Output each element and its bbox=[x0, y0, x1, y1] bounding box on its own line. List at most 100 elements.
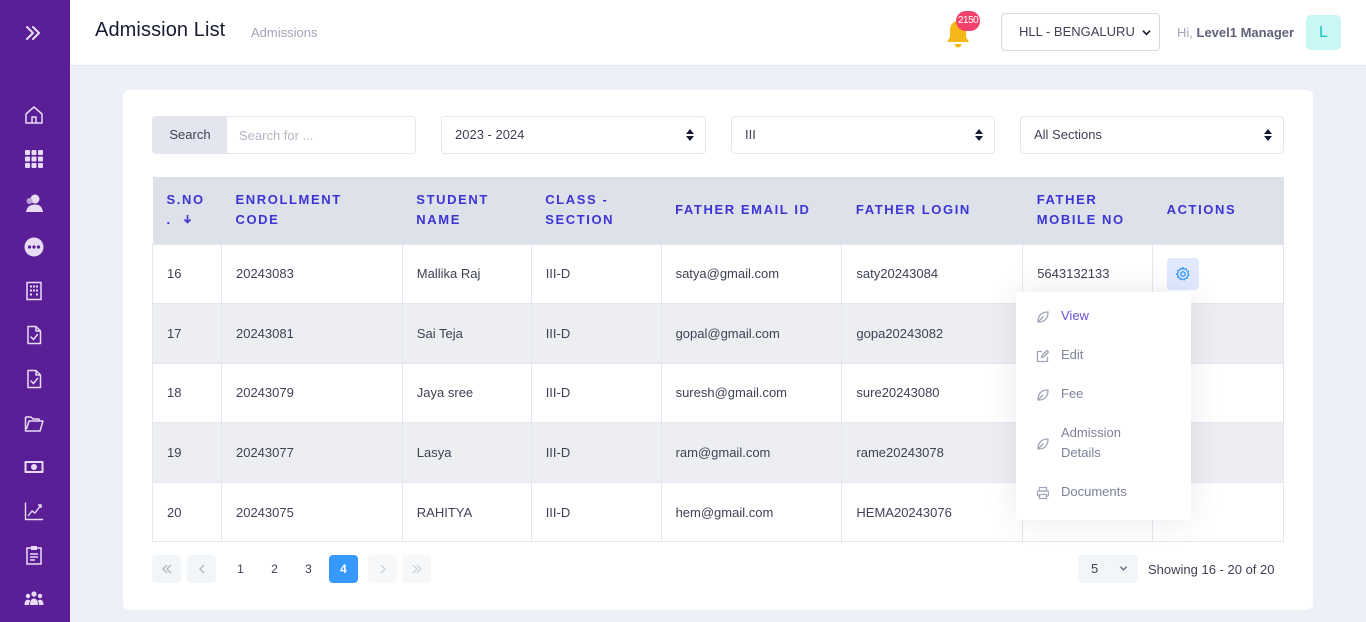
cell-sno: 19 bbox=[152, 422, 222, 483]
academic-year-select[interactable]: 2023 - 2024 bbox=[441, 116, 706, 154]
chevron-left-icon bbox=[198, 564, 204, 574]
prev-page-button[interactable] bbox=[187, 555, 216, 583]
branch-select-value: HLL - BENGALURU bbox=[1019, 24, 1135, 39]
first-page-button[interactable] bbox=[152, 555, 181, 583]
table-header-row: S.NO . ENROLLMENT CODE STUDENT NAME CLAS… bbox=[152, 177, 1284, 244]
cell-father-email: gopal@gmail.com bbox=[660, 303, 843, 364]
document-check-icon[interactable] bbox=[23, 324, 45, 346]
column-header-father-email[interactable]: FATHER EMAIL ID bbox=[661, 177, 842, 244]
cell-father-login: sure20243080 bbox=[841, 362, 1024, 424]
column-header-sno[interactable]: S.NO . bbox=[152, 177, 222, 244]
column-header-father-mobile[interactable]: FATHER MOBILE NO bbox=[1022, 177, 1153, 244]
document-check-icon[interactable] bbox=[23, 368, 45, 390]
cell-father-email: ram@gmail.com bbox=[660, 422, 843, 483]
menu-item-label: Details bbox=[1061, 445, 1101, 460]
cell-father-email: hem@gmail.com bbox=[660, 481, 843, 543]
cell-enrollment-code: 20243083 bbox=[220, 243, 403, 305]
user-greeting: Hi, Level1 Manager bbox=[1177, 25, 1294, 40]
cell-sno: 16 bbox=[152, 243, 222, 305]
menu-item-label: Documents bbox=[1061, 484, 1127, 499]
cell-father-email: satya@gmail.com bbox=[660, 243, 843, 305]
arrow-down-icon bbox=[183, 215, 192, 224]
cell-class-section: III-D bbox=[530, 303, 662, 364]
class-select[interactable]: III bbox=[731, 116, 995, 154]
notification-count-badge: 2150 bbox=[956, 11, 981, 31]
search-group: Search bbox=[152, 116, 416, 154]
cell-father-login: rame20243078 bbox=[841, 422, 1024, 483]
column-header-actions: ACTIONS bbox=[1152, 177, 1284, 244]
column-header-student-name[interactable]: STUDENT NAME bbox=[402, 177, 532, 244]
cell-student-name: RAHITYA bbox=[401, 481, 532, 543]
menu-item-label: View bbox=[1061, 308, 1089, 323]
chevron-right-icon bbox=[380, 564, 386, 574]
section-value: All Sections bbox=[1034, 127, 1102, 142]
cell-sno: 17 bbox=[152, 303, 222, 364]
double-chevron-right-icon bbox=[412, 564, 422, 574]
greeting-prefix: Hi, bbox=[1177, 25, 1193, 40]
folder-icon[interactable] bbox=[23, 412, 45, 434]
cell-father-login: HEMA20243076 bbox=[841, 481, 1024, 543]
admission-list-card: Search 2023 - 2024 III All Sections S.NO… bbox=[123, 90, 1313, 610]
menu-item-admission-details[interactable]: Admission Details bbox=[1016, 421, 1191, 480]
cell-father-login: gopa20243082 bbox=[841, 303, 1024, 364]
menu-item-label: Edit bbox=[1061, 347, 1084, 362]
page-button-3[interactable]: 3 bbox=[294, 555, 323, 583]
clipboard-icon[interactable] bbox=[23, 544, 45, 566]
page-button-2[interactable]: 2 bbox=[260, 555, 289, 583]
cell-enrollment-code: 20243075 bbox=[220, 481, 403, 543]
cell-sno: 20 bbox=[152, 481, 222, 543]
page-size-select[interactable]: 5 bbox=[1078, 555, 1138, 583]
leaf-icon bbox=[1037, 389, 1049, 401]
more-icon[interactable] bbox=[23, 236, 45, 258]
gear-icon bbox=[1175, 266, 1190, 281]
search-input[interactable] bbox=[227, 117, 415, 153]
cell-enrollment-code: 20243081 bbox=[220, 303, 403, 364]
apps-grid-icon[interactable] bbox=[23, 148, 45, 170]
cell-father-email: suresh@gmail.com bbox=[660, 362, 843, 424]
page-button-4[interactable]: 4 bbox=[329, 555, 358, 583]
column-header-father-login[interactable]: FATHER LOGIN bbox=[841, 177, 1023, 244]
sidebar-toggle-icon[interactable] bbox=[22, 22, 44, 44]
chart-line-icon[interactable] bbox=[23, 500, 45, 522]
menu-item-documents[interactable]: Documents bbox=[1016, 480, 1191, 519]
cell-sno: 18 bbox=[152, 362, 222, 424]
pagination-summary: Showing 16 - 20 of 20 bbox=[1148, 562, 1275, 577]
sort-updown-icon bbox=[975, 129, 983, 141]
search-label: Search bbox=[153, 117, 227, 153]
leaf-icon bbox=[1037, 311, 1049, 323]
cell-student-name: Mallika Raj bbox=[401, 243, 532, 305]
last-page-button[interactable] bbox=[402, 555, 431, 583]
menu-item-label: Admission bbox=[1061, 425, 1121, 440]
menu-item-edit[interactable]: Edit bbox=[1016, 343, 1191, 382]
menu-item-label: Fee bbox=[1061, 386, 1084, 401]
users-group-icon[interactable] bbox=[23, 588, 45, 610]
cell-student-name: Lasya bbox=[401, 422, 532, 483]
cell-student-name: Sai Teja bbox=[401, 303, 532, 364]
section-select[interactable]: All Sections bbox=[1020, 116, 1284, 154]
actions-gear-button[interactable] bbox=[1167, 257, 1200, 290]
branch-select[interactable]: HLL - BENGALURU bbox=[1001, 13, 1160, 51]
double-chevron-left-icon bbox=[161, 564, 171, 574]
home-icon[interactable] bbox=[23, 104, 45, 126]
page-button-1[interactable]: 1 bbox=[226, 555, 255, 583]
breadcrumb: Admissions bbox=[251, 25, 318, 40]
user-icon[interactable] bbox=[23, 192, 45, 214]
menu-item-view[interactable]: View bbox=[1016, 304, 1191, 343]
cell-father-login: saty20243084 bbox=[841, 243, 1024, 305]
sort-updown-icon bbox=[1264, 129, 1272, 141]
menu-item-fee[interactable]: Fee bbox=[1016, 382, 1191, 421]
leaf-icon bbox=[1037, 438, 1049, 450]
sidebar bbox=[0, 0, 70, 622]
top-header: Admission List Admissions 2150 HLL - BEN… bbox=[70, 0, 1366, 66]
actions-dropdown-menu: View Edit Fee Admission Details Document… bbox=[1016, 292, 1191, 520]
column-header-class-section[interactable]: CLASS - SECTION bbox=[531, 177, 662, 244]
cell-student-name: Jaya sree bbox=[401, 362, 532, 424]
cell-enrollment-code: 20243079 bbox=[220, 362, 403, 424]
building-icon[interactable] bbox=[23, 280, 45, 302]
cell-class-section: III-D bbox=[530, 422, 662, 483]
money-icon[interactable] bbox=[23, 456, 45, 478]
next-page-button[interactable] bbox=[368, 555, 397, 583]
edit-icon bbox=[1036, 349, 1050, 363]
avatar[interactable]: L bbox=[1306, 15, 1341, 50]
column-header-enrollment-code[interactable]: ENROLLMENT CODE bbox=[221, 177, 403, 244]
